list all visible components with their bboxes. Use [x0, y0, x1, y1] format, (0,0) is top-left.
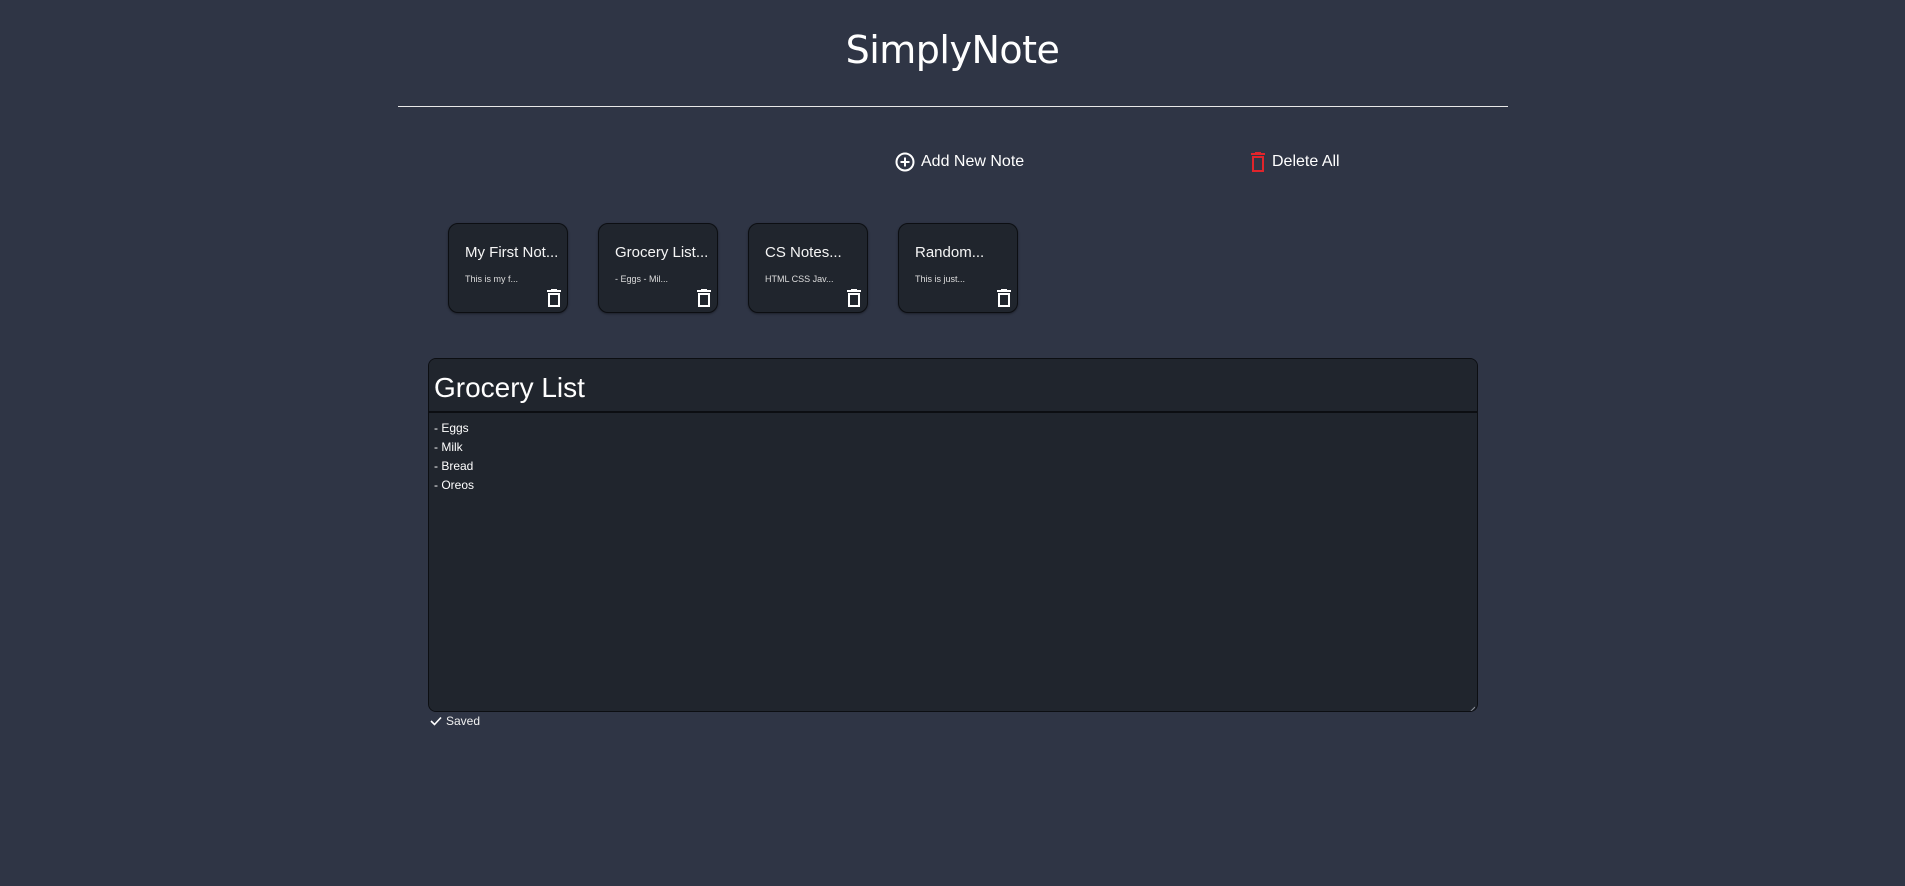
trash-icon[interactable]	[547, 289, 561, 307]
resize-handle-icon[interactable]	[1467, 701, 1476, 711]
note-editor: - Eggs - Milk - Bread - Oreos	[428, 358, 1478, 712]
delete-all-label: Delete All	[1272, 153, 1340, 170]
note-title-input[interactable]	[429, 359, 1477, 413]
app-root: SimplyNote Add New Note Delete All My Fi…	[0, 0, 1905, 886]
note-card-preview: HTML CSS Jav...	[765, 274, 834, 284]
checkmark-icon	[430, 716, 442, 726]
add-new-note-button[interactable]: Add New Note	[895, 152, 1024, 172]
note-card-title: CS Notes...	[765, 244, 842, 261]
note-card-preview: This is my f...	[465, 274, 519, 284]
app-title: SimplyNote	[845, 28, 1060, 72]
note-card-title: Random...	[915, 244, 985, 261]
trash-icon[interactable]	[847, 289, 861, 307]
note-card[interactable]: My First Not... This is my f...	[448, 223, 568, 313]
note-card[interactable]: Grocery List... - Eggs - Mil...	[598, 223, 718, 313]
trash-icon[interactable]	[697, 289, 711, 307]
trash-icon[interactable]	[997, 289, 1011, 307]
note-body-textarea[interactable]: - Eggs - Milk - Bread - Oreos	[429, 413, 1477, 711]
plus-circle-icon	[895, 152, 915, 172]
note-card[interactable]: CS Notes... HTML CSS Jav...	[748, 223, 868, 313]
save-status: Saved	[430, 714, 480, 728]
note-card[interactable]: Random... This is just...	[898, 223, 1018, 313]
delete-all-button[interactable]: Delete All	[1250, 152, 1340, 172]
note-card-title: Grocery List...	[615, 244, 709, 261]
note-card-preview: This is just...	[915, 274, 966, 284]
note-card-title: My First Not...	[465, 244, 559, 261]
save-status-label: Saved	[446, 714, 481, 728]
add-new-note-label: Add New Note	[921, 153, 1025, 170]
trash-icon	[1250, 152, 1266, 172]
note-card-preview: - Eggs - Mil...	[615, 274, 669, 284]
header-divider	[398, 106, 1508, 107]
